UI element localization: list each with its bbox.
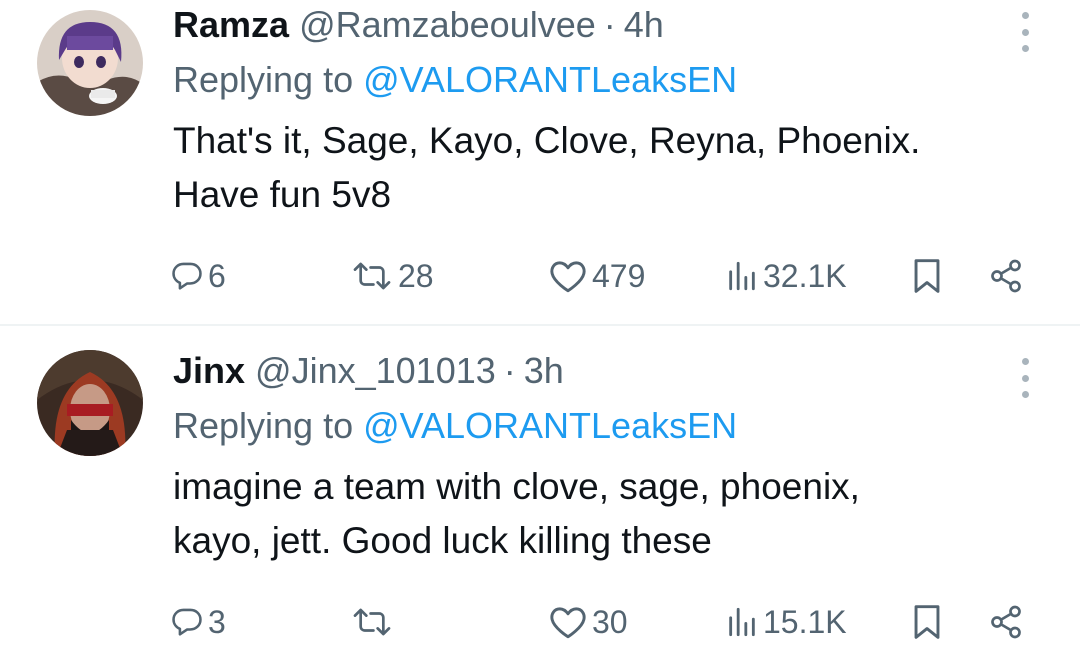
retweet-icon <box>353 262 391 290</box>
reply-button[interactable]: 6 <box>170 254 226 298</box>
timestamp[interactable]: 4h <box>624 0 664 50</box>
retweet-count: 28 <box>398 258 434 294</box>
views-count: 32.1K <box>763 258 847 294</box>
tweet[interactable]: Ramza @Ramzabeoulvee · 4h Replying to @V… <box>0 0 1080 325</box>
share-button[interactable] <box>988 600 1024 644</box>
user-handle[interactable]: @Ramzabeoulvee <box>299 0 596 50</box>
heart-icon <box>550 607 586 639</box>
tweet-actions: 6 28 479 32.1K <box>170 254 1040 298</box>
tweet-text: That's it, Sage, Kayo, Clove, Reyna, Pho… <box>173 114 1033 222</box>
more-options-icon[interactable] <box>1018 358 1032 398</box>
more-options-icon[interactable] <box>1018 12 1032 52</box>
display-name[interactable]: Jinx <box>173 346 245 396</box>
like-count: 30 <box>592 604 628 640</box>
separator: · <box>503 350 516 391</box>
reply-icon <box>172 608 202 636</box>
reply-count: 3 <box>208 604 226 640</box>
mention-link[interactable]: @VALORANTLeaksEN <box>363 59 737 100</box>
bookmark-icon <box>914 259 940 293</box>
share-icon <box>991 605 1021 639</box>
tweet-header: Ramza @Ramzabeoulvee · 4h <box>173 0 1020 50</box>
tweet-actions: 3 30 15.1K <box>170 600 1040 644</box>
avatar[interactable] <box>37 350 143 456</box>
avatar[interactable] <box>37 10 143 116</box>
tweet-text-line: That's it, Sage, Kayo, Clove, Reyna, Pho… <box>173 120 921 161</box>
display-name[interactable]: Ramza <box>173 0 289 50</box>
avatar-image <box>37 10 143 116</box>
bookmark-icon <box>914 605 940 639</box>
tweet[interactable]: Jinx @Jinx_101013 · 3h Replying to @VALO… <box>0 326 1080 666</box>
user-handle[interactable]: @Jinx_101013 <box>255 346 496 396</box>
heart-icon <box>550 261 586 293</box>
replying-to-label: Replying to <box>173 59 364 100</box>
like-button[interactable]: 30 <box>548 600 628 644</box>
share-icon <box>991 259 1021 293</box>
views-icon <box>729 607 755 637</box>
mention-link[interactable]: @VALORANTLeaksEN <box>363 405 737 446</box>
avatar-image <box>37 350 143 456</box>
tweet-text-line: imagine a team with clove, sage, phoenix… <box>173 466 860 507</box>
tweet-text-line: kayo, jett. Good luck killing these <box>173 520 712 561</box>
tweet-header: Jinx @Jinx_101013 · 3h <box>173 346 1020 396</box>
like-button[interactable]: 479 <box>548 254 645 298</box>
share-button[interactable] <box>988 254 1024 298</box>
reply-count: 6 <box>208 258 226 294</box>
retweet-button[interactable]: 28 <box>350 254 434 298</box>
views-count: 15.1K <box>763 604 847 640</box>
replying-to: Replying to @VALORANTLeaksEN <box>173 396 1020 456</box>
tweet-text-line: Have fun 5v8 <box>173 174 392 215</box>
views-button[interactable]: 32.1K <box>725 254 847 298</box>
like-count: 479 <box>592 258 646 294</box>
tweet-text: imagine a team with clove, sage, phoenix… <box>173 460 1033 568</box>
separator: · <box>603 4 616 45</box>
timestamp[interactable]: 3h <box>524 346 564 396</box>
replying-to: Replying to @VALORANTLeaksEN <box>173 50 1020 110</box>
bookmark-button[interactable] <box>912 600 942 644</box>
retweet-icon <box>353 608 391 636</box>
views-icon <box>729 261 755 291</box>
retweet-button[interactable] <box>350 600 398 644</box>
views-button[interactable]: 15.1K <box>725 600 847 644</box>
replying-to-label: Replying to <box>173 405 364 446</box>
reply-button[interactable]: 3 <box>170 600 226 644</box>
reply-icon <box>172 262 202 290</box>
bookmark-button[interactable] <box>912 254 942 298</box>
